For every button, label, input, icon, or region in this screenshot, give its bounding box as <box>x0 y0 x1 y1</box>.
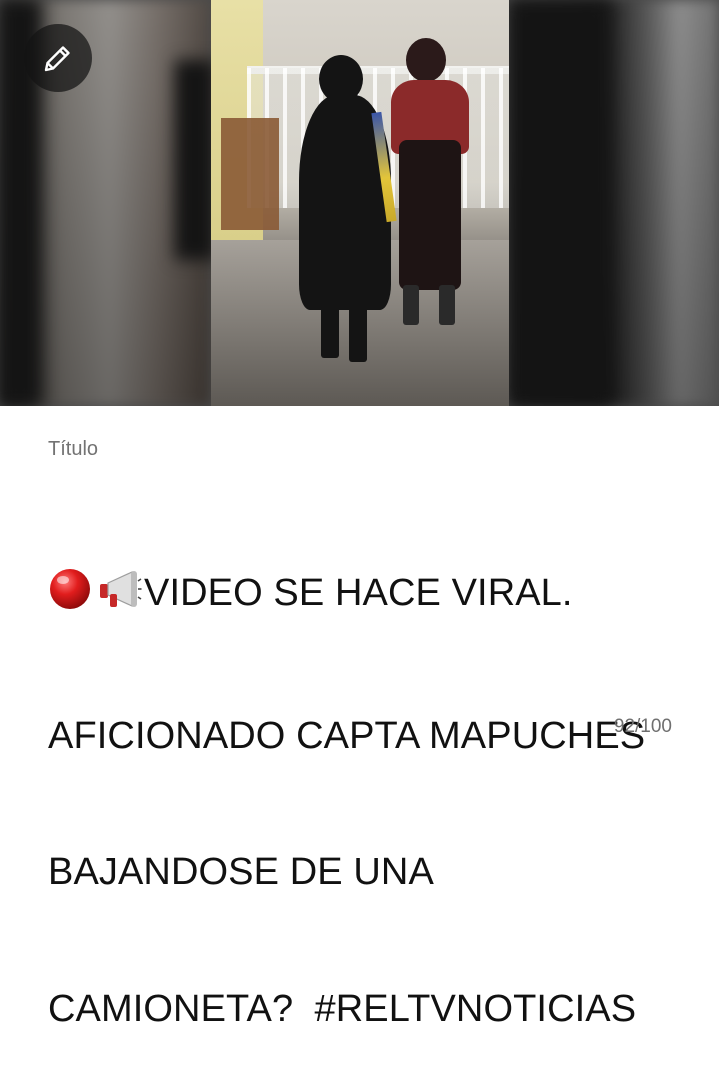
person-leg <box>321 300 339 358</box>
pencil-icon <box>44 46 70 72</box>
person-leg <box>439 285 455 325</box>
title-input[interactable]: VIDEO SE HACE VIRAL. AFICIONADO CAPTA MA… <box>48 476 688 1078</box>
title-line-1: VIDEO SE HACE VIRAL. <box>48 567 688 623</box>
title-field-label: Título <box>48 438 99 460</box>
character-counter: 92/100 <box>613 716 672 737</box>
video-frame <box>211 0 509 406</box>
person-leg <box>403 285 419 325</box>
person-silhouette <box>399 140 461 290</box>
blur-shadow-right <box>510 0 610 406</box>
edit-thumbnail-button[interactable] <box>24 24 92 92</box>
person-leg <box>349 300 367 362</box>
title-line-2: AFICIONADO CAPTA MAPUCHES <box>48 714 646 757</box>
video-thumbnail[interactable] <box>0 0 719 406</box>
megaphone-icon <box>96 567 142 623</box>
title-line-4: CAMIONETA? #RELTVNOTICIAS <box>48 987 637 1030</box>
bench <box>221 118 279 230</box>
blur-shadow-mid <box>175 60 215 260</box>
title-line-text: VIDEO SE HACE VIRAL. <box>144 572 573 614</box>
person-head <box>406 38 446 82</box>
red-circle-icon <box>48 567 94 623</box>
title-line-3: BAJANDOSE DE UNA <box>48 851 434 893</box>
